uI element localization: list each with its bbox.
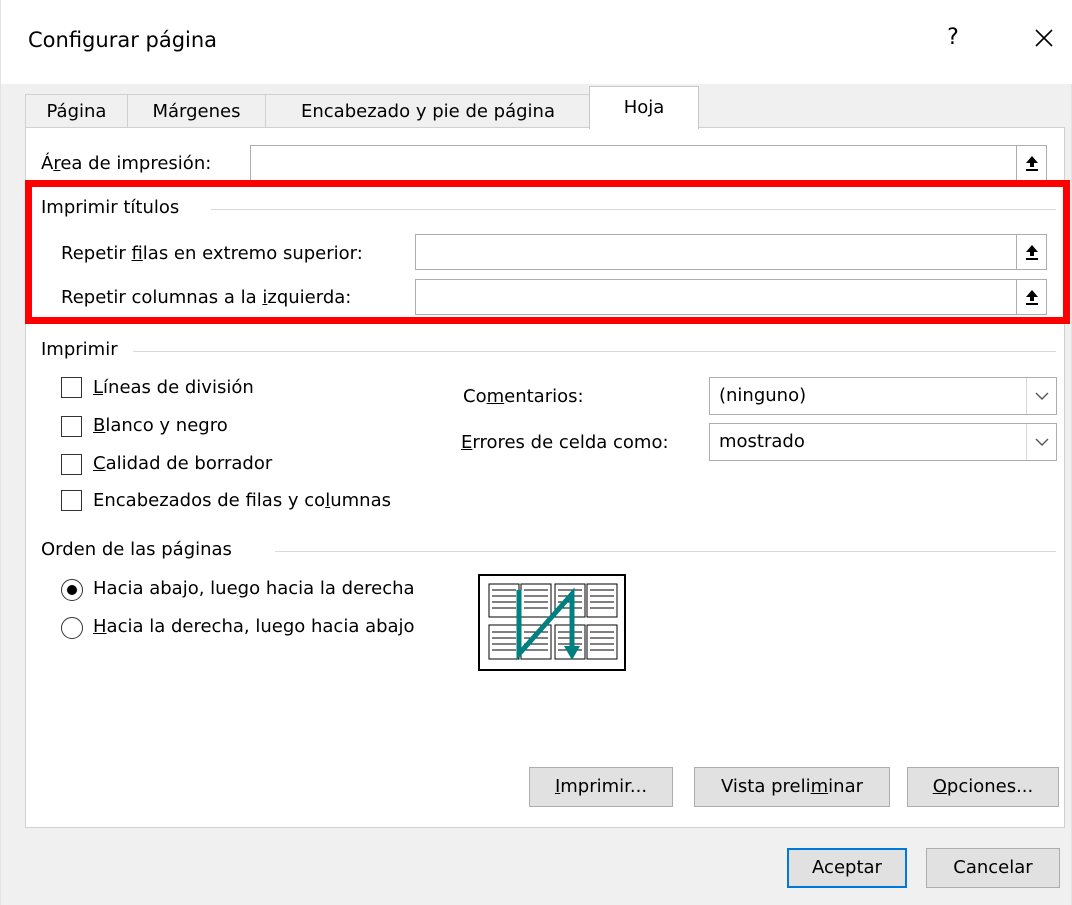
tab-encabezado[interactable]: Encabezado y pie de página bbox=[265, 94, 591, 128]
down-then-over-label: Hacia abajo, luego hacia la derecha bbox=[93, 578, 415, 599]
tab-margenes[interactable]: Márgenes bbox=[127, 94, 266, 128]
print-heading: Imprimir bbox=[41, 339, 118, 360]
comments-value: (ninguno) bbox=[719, 385, 807, 406]
collapse-dialog-icon bbox=[1026, 156, 1038, 171]
tab-panel-hoja bbox=[25, 127, 1065, 828]
collapse-dialog-icon bbox=[1026, 290, 1038, 305]
cancel-button[interactable]: Cancelar bbox=[926, 848, 1060, 888]
cell-errors-value: mostrado bbox=[719, 431, 805, 452]
row-col-headings-checkbox[interactable] bbox=[61, 490, 82, 511]
repeat-columns-label: Repetir columnas a la izquierda: bbox=[61, 287, 352, 308]
comments-dropdown-button[interactable] bbox=[1026, 378, 1056, 414]
repeat-columns-collapse-button[interactable] bbox=[1016, 280, 1046, 314]
tab-label: Página bbox=[46, 101, 107, 122]
page-order-preview-image bbox=[478, 574, 626, 671]
black-white-checkbox[interactable] bbox=[61, 416, 82, 437]
dialog-title: Configurar página bbox=[28, 28, 218, 52]
print-preview-button[interactable]: Vista preliminar bbox=[694, 767, 890, 807]
tab-label: Márgenes bbox=[152, 101, 241, 122]
options-button[interactable]: Opciones... bbox=[907, 767, 1059, 807]
tab-hoja[interactable]: Hoja bbox=[589, 86, 699, 129]
repeat-rows-input[interactable] bbox=[415, 234, 1047, 270]
tab-pagina[interactable]: Página bbox=[25, 94, 128, 128]
ok-button[interactable]: Aceptar bbox=[787, 848, 907, 888]
help-button[interactable]: ? bbox=[941, 25, 965, 50]
chevron-down-icon bbox=[1035, 438, 1049, 446]
page-setup-dialog: Configurar página ? Página Márgenes Enca… bbox=[0, 0, 1072, 905]
section-divider bbox=[275, 551, 1056, 552]
draft-quality-label: Calidad de borrador bbox=[93, 453, 273, 474]
cell-errors-label: Errores de celda como: bbox=[461, 432, 669, 453]
page-order-diagram-icon bbox=[488, 583, 618, 661]
down-then-over-radio[interactable] bbox=[61, 579, 83, 601]
repeat-rows-collapse-button[interactable] bbox=[1016, 235, 1046, 269]
tab-label: Encabezado y pie de página bbox=[301, 101, 555, 122]
gridlines-checkbox[interactable] bbox=[61, 377, 82, 398]
over-then-down-radio[interactable] bbox=[61, 617, 83, 639]
tab-label: Hoja bbox=[623, 97, 665, 118]
repeat-rows-label: Repetir filas en extremo superior: bbox=[61, 243, 363, 264]
comments-label: Comentarios: bbox=[463, 386, 584, 407]
page-order-heading: Orden de las páginas bbox=[41, 539, 232, 560]
row-col-headings-label: Encabezados de filas y columnas bbox=[93, 490, 391, 511]
close-button[interactable] bbox=[1025, 18, 1065, 58]
chevron-down-icon bbox=[1035, 392, 1049, 400]
title-bar: Configurar página ? bbox=[1, 0, 1072, 84]
cell-errors-dropdown-button[interactable] bbox=[1026, 424, 1056, 460]
cell-errors-select[interactable]: mostrado bbox=[709, 423, 1057, 461]
black-white-label: Blanco y negro bbox=[93, 415, 228, 436]
comments-select[interactable]: (ninguno) bbox=[709, 377, 1057, 415]
draft-quality-checkbox[interactable] bbox=[61, 454, 82, 475]
print-area-label: Área de impresión: bbox=[41, 153, 212, 174]
collapse-dialog-icon bbox=[1026, 245, 1038, 260]
repeat-columns-input[interactable] bbox=[415, 279, 1047, 315]
print-titles-heading: Imprimir títulos bbox=[41, 197, 180, 218]
print-area-collapse-button[interactable] bbox=[1016, 146, 1046, 180]
close-icon bbox=[1035, 29, 1053, 47]
print-button[interactable]: Imprimir... bbox=[529, 767, 673, 807]
gridlines-label: Líneas de división bbox=[93, 377, 254, 398]
section-divider bbox=[133, 351, 1056, 352]
over-then-down-label: Hacia la derecha, luego hacia abajo bbox=[93, 616, 415, 637]
section-divider bbox=[211, 209, 1056, 210]
print-area-input[interactable] bbox=[250, 145, 1047, 181]
